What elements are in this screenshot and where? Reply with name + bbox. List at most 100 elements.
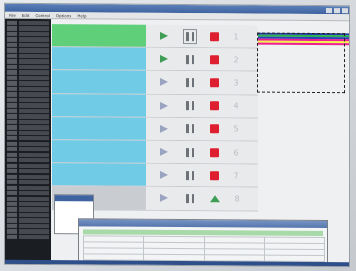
menu-item-1[interactable]: Edit [22, 13, 30, 18]
play-button[interactable] [160, 194, 168, 203]
log-line [7, 75, 49, 81]
menu-item-2[interactable]: Control [35, 13, 49, 18]
log-line [7, 179, 49, 185]
log-line [7, 108, 49, 114]
log-line [7, 31, 49, 37]
log-line [7, 92, 49, 97]
channel-info-line [55, 118, 143, 119]
channel-info-line [55, 25, 143, 26]
channel-number: 7 [233, 171, 239, 181]
pause-button[interactable] [183, 28, 197, 44]
log-line [7, 81, 49, 86]
channel-info-line [55, 187, 143, 188]
log-line [7, 218, 49, 223]
play-button[interactable] [160, 78, 168, 87]
channel-info-line [55, 72, 143, 73]
channel-info-line [55, 164, 143, 165]
stop-button[interactable] [210, 55, 219, 65]
log-line [7, 168, 49, 174]
channel-number: 3 [233, 78, 239, 88]
play-button[interactable] [160, 171, 168, 180]
log-line [7, 70, 49, 75]
log-line [7, 223, 49, 229]
channel-info-line [55, 164, 143, 165]
pause-button[interactable] [186, 78, 194, 88]
log-line [7, 135, 49, 141]
channel-number: 4 [233, 101, 239, 111]
selection-rectangle [257, 32, 345, 94]
log-line [7, 37, 49, 42]
menu-item-3[interactable]: Options [56, 13, 71, 18]
channel-controls: 6 [146, 140, 258, 164]
pause-button[interactable] [186, 54, 194, 64]
eject-button[interactable] [210, 195, 220, 203]
channel-info-line [55, 72, 143, 73]
channel-controls: 2 [146, 47, 258, 71]
stop-button[interactable] [210, 170, 219, 181]
play-button[interactable] [160, 124, 168, 133]
menu-item-0[interactable]: File [9, 13, 16, 18]
channel-info-line [55, 48, 143, 49]
stop-button[interactable] [210, 101, 219, 111]
window-controls [326, 7, 348, 13]
pause-button[interactable] [186, 147, 194, 157]
channel-info-line [55, 141, 143, 142]
log-line [7, 174, 49, 179]
channel-info-line [55, 95, 143, 96]
stop-button[interactable] [210, 31, 219, 41]
channel-row: 1 [52, 24, 258, 49]
channel-controls: 7 [146, 163, 258, 187]
play-button[interactable] [160, 147, 168, 156]
log-line [7, 26, 49, 31]
channel-info [52, 140, 146, 163]
log-line [7, 201, 49, 207]
stop-button[interactable] [210, 147, 219, 157]
log-line [7, 119, 49, 125]
channel-number: 8 [234, 194, 240, 204]
pause-button[interactable] [186, 101, 194, 111]
pause-button[interactable] [186, 170, 194, 180]
stop-button[interactable] [210, 124, 219, 134]
log-line [7, 64, 49, 70]
channel-row: 6 [52, 140, 258, 165]
channel-info-line [55, 25, 143, 26]
log-line [7, 103, 49, 108]
play-button[interactable] [160, 31, 168, 41]
pause-button[interactable] [186, 124, 194, 134]
channel-info-line [55, 187, 143, 188]
channel-controls: 1 [146, 24, 258, 48]
taskbar [5, 259, 350, 268]
log-line [7, 20, 49, 26]
play-button[interactable] [160, 101, 168, 110]
bottom-window-title [79, 219, 327, 229]
channel-info-line [55, 118, 143, 119]
channel-info-line [55, 72, 143, 73]
menu-item-4[interactable]: Help [77, 13, 86, 18]
maximize-button[interactable] [334, 7, 340, 13]
channel-info-line [55, 95, 143, 96]
dialog-title [55, 195, 93, 202]
log-line [7, 48, 49, 53]
channel-info-line [55, 187, 143, 188]
pause-button[interactable] [186, 193, 194, 204]
channel-info-line [55, 95, 143, 96]
channel-info-line [55, 95, 143, 96]
play-button[interactable] [160, 55, 168, 64]
channel-info-line [55, 118, 143, 119]
channel-info-line [55, 25, 143, 26]
channel-number: 5 [233, 124, 239, 134]
close-button[interactable] [342, 7, 348, 13]
log-line [7, 86, 49, 92]
channel-info-line [55, 141, 143, 142]
stop-button[interactable] [210, 78, 219, 88]
channel-row: 5 [52, 116, 258, 142]
channel-controls: 5 [146, 117, 258, 141]
log-line [7, 196, 49, 201]
channel-number: 2 [233, 55, 239, 65]
minimize-button[interactable] [326, 7, 332, 13]
log-line [7, 42, 49, 48]
log-line [7, 163, 49, 168]
log-line [7, 97, 49, 103]
log-line [7, 234, 49, 240]
channel-number: 1 [233, 31, 239, 42]
